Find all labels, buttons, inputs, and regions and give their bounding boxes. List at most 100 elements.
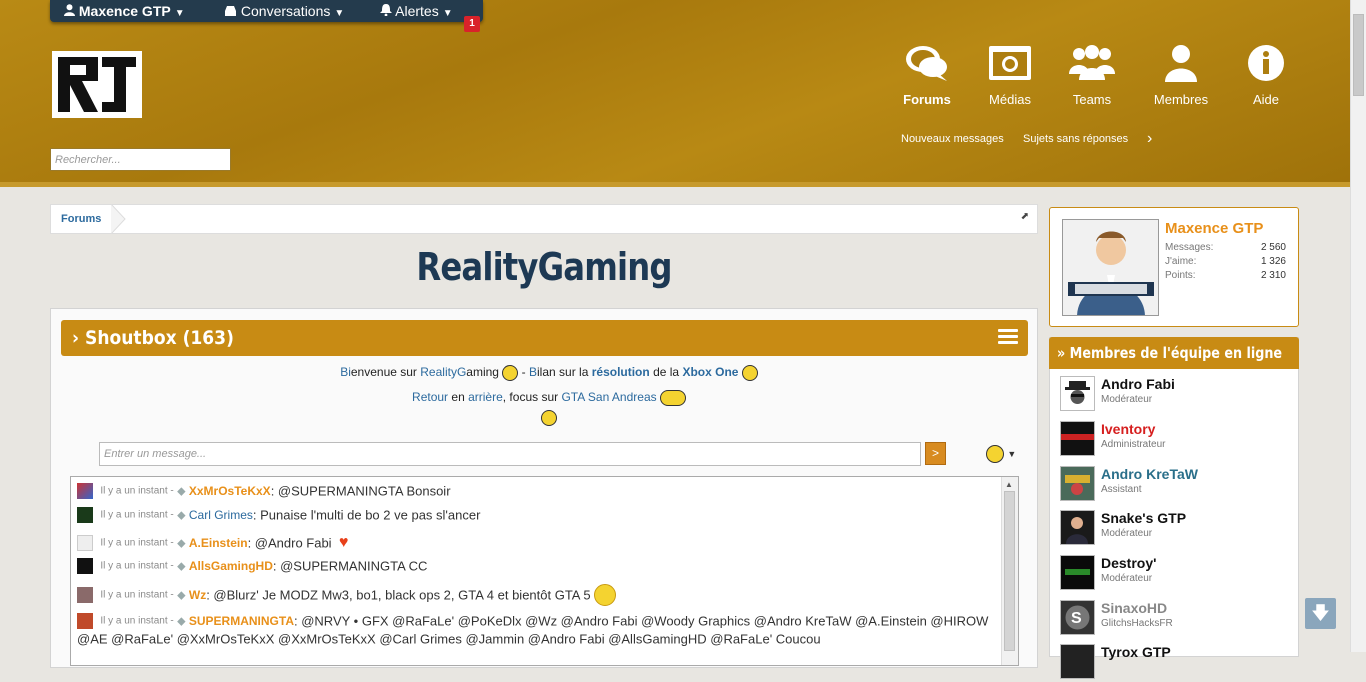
scroll-to-bottom-button[interactable]: 🡇	[1305, 598, 1336, 629]
tab-aide[interactable]: Aide	[1231, 44, 1301, 107]
shout-row: Il y a un instant - ◆ Carl Grimes: Punai…	[77, 507, 480, 523]
avatar[interactable]	[77, 613, 93, 629]
shout-username[interactable]: XxMrOsTeKxX	[189, 484, 271, 498]
hamburger-menu-icon[interactable]	[998, 329, 1018, 345]
shout-text: : Punaise l'multi de bo 2 ve pas sl'ance…	[252, 507, 481, 523]
member-name[interactable]: Andro KreTaW	[1101, 466, 1198, 482]
team-member[interactable]: Snake's GTP Modérateur	[1060, 510, 1290, 548]
subnav-unanswered[interactable]: Sujets sans réponses	[1023, 133, 1128, 145]
user-icon	[64, 3, 79, 19]
chevron-down-icon: ▼	[174, 8, 185, 19]
subnav-new-posts[interactable]: Nouveaux messages	[901, 133, 1004, 145]
chat-bubbles-icon	[906, 46, 947, 81]
shoutbox-message-input[interactable]: Entrer un message...	[99, 442, 921, 466]
shout-time: Il y a un instant -	[100, 509, 174, 521]
avatar[interactable]: S	[1060, 600, 1095, 635]
avatar[interactable]	[1060, 466, 1095, 501]
team-member[interactable]: Andro Fabi Modérateur	[1060, 376, 1290, 414]
info-icon	[1248, 45, 1284, 81]
team-member[interactable]: Andro KreTaW Assistant	[1060, 466, 1290, 504]
wink-smiley-icon	[593, 584, 616, 606]
member-name[interactable]: SinaxoHD	[1101, 600, 1167, 616]
member-name[interactable]: Andro Fabi	[1101, 376, 1175, 392]
scrollbar-thumb[interactable]	[1353, 14, 1364, 96]
member-role: Modérateur	[1101, 394, 1153, 405]
team-member[interactable]: Destroy' Modérateur	[1060, 555, 1290, 593]
member-name[interactable]: Snake's GTP	[1101, 510, 1186, 526]
tab-forums[interactable]: Forums	[892, 44, 962, 107]
tab-aide-label: Aide	[1252, 92, 1280, 107]
alert-count-badge: 1	[464, 16, 480, 32]
shoutbox-send-button[interactable]: >	[925, 442, 946, 465]
thumbs-up-smiley-icon	[659, 390, 686, 406]
scrollbar-thumb[interactable]	[1004, 491, 1015, 651]
external-link-icon[interactable]: ⬈	[1021, 211, 1029, 222]
search-input[interactable]: Rechercher...	[50, 148, 231, 171]
avatar[interactable]	[1060, 644, 1095, 679]
shout-text: : @NRVY • GFX @RaFaLe' @PoKeDlx @Wz @And…	[294, 613, 989, 629]
shout-username[interactable]: SUPERMANINGTA	[189, 614, 294, 628]
team-member[interactable]: Tyrox GTP	[1060, 644, 1290, 682]
tab-medias[interactable]: Médias	[975, 44, 1045, 107]
avatar[interactable]	[77, 558, 93, 574]
shout-time: Il y a un instant -	[100, 589, 174, 601]
team-member[interactable]: S SinaxoHD GlitchsHacksFR	[1060, 600, 1290, 638]
shout-time: Il y a un instant -	[100, 485, 174, 497]
user-topbar: Maxence GTP ▼ Conversations ▼ Alertes ▼	[50, 0, 483, 22]
member-name[interactable]: Tyrox GTP	[1101, 644, 1171, 660]
shout-username[interactable]: AllsGamingHD	[189, 559, 273, 573]
avatar[interactable]	[1062, 219, 1159, 316]
conversations-menu[interactable]: Conversations ▼	[224, 3, 344, 19]
chevron-right-icon[interactable]: ›	[1147, 130, 1152, 148]
tag-icon: ◆	[177, 560, 186, 573]
shout-username[interactable]: Wz	[189, 588, 206, 602]
avatar[interactable]	[77, 535, 93, 551]
shout-row: Il y a un instant - ◆ A.Einstein: @Andro…	[77, 534, 348, 552]
camera-icon	[989, 46, 1031, 80]
breadcrumb-forums[interactable]: Forums	[61, 213, 101, 225]
profile-name[interactable]: Maxence GTP	[1165, 220, 1263, 237]
stat-value: 1 326	[1260, 256, 1286, 267]
page-scrollbar[interactable]	[1350, 0, 1366, 652]
avatar[interactable]	[1060, 376, 1095, 411]
scroll-up-icon[interactable]: ▲	[1005, 480, 1013, 489]
avatar[interactable]	[77, 587, 93, 603]
shout-username[interactable]: Carl Grimes	[189, 508, 253, 522]
avatar[interactable]	[77, 507, 93, 523]
account-menu[interactable]: Maxence GTP ▼	[64, 3, 185, 19]
shout-text: @AE @RaFaLe' @XxMrOsTeKxX @XxMrOsTeKxX @…	[77, 631, 821, 647]
tab-membres[interactable]: Membres	[1146, 44, 1216, 107]
tab-membres-label: Membres	[1153, 92, 1209, 107]
shout-text: : @SUPERMANINGTA CC	[272, 558, 428, 574]
member-name[interactable]: Iventory	[1101, 421, 1155, 437]
member-role: Modérateur	[1101, 573, 1153, 584]
alerts-label: Alertes	[395, 3, 439, 19]
avatar[interactable]	[1060, 421, 1095, 456]
tab-teams[interactable]: Teams	[1057, 44, 1127, 107]
chevron-down-icon: ▼	[442, 8, 453, 19]
tag-icon: ◆	[177, 509, 186, 522]
group-icon	[1069, 45, 1115, 80]
emoji-picker-button[interactable]: ▼	[986, 445, 1020, 465]
shoutbox-title: › Shoutbox (163)	[72, 327, 234, 349]
stat-label: Messages:	[1165, 242, 1214, 253]
account-name: Maxence GTP	[78, 3, 171, 19]
header-divider	[0, 182, 1350, 187]
avatar[interactable]	[77, 483, 93, 499]
avatar[interactable]	[1060, 510, 1095, 545]
smiley-icon	[986, 445, 1004, 463]
shout-row-continued: @AE @RaFaLe' @XxMrOsTeKxX @XxMrOsTeKxX @…	[77, 631, 821, 646]
member-name[interactable]: Destroy'	[1101, 555, 1156, 571]
shoutbox-scrollbar[interactable]: ▲	[1001, 477, 1018, 665]
breadcrumb-arrow-icon	[111, 204, 126, 234]
stat-label: J'aime:	[1165, 256, 1197, 267]
shoutbox-message-list[interactable]: ▲ Il y a un instant - ◆ XxMrOsTeKxX : @SU…	[70, 476, 1019, 666]
stat-value: 2 560	[1260, 242, 1286, 253]
team-member[interactable]: Iventory Administrateur	[1060, 421, 1290, 459]
member-role: Administrateur	[1101, 439, 1166, 450]
avatar[interactable]	[1060, 555, 1095, 590]
shout-username[interactable]: A.Einstein	[189, 536, 248, 550]
profile-card: Maxence GTP Messages: 2 560 J'aime: 1 32…	[1049, 207, 1299, 327]
site-logo[interactable]	[52, 51, 142, 118]
alerts-menu[interactable]: Alertes ▼	[380, 3, 453, 19]
